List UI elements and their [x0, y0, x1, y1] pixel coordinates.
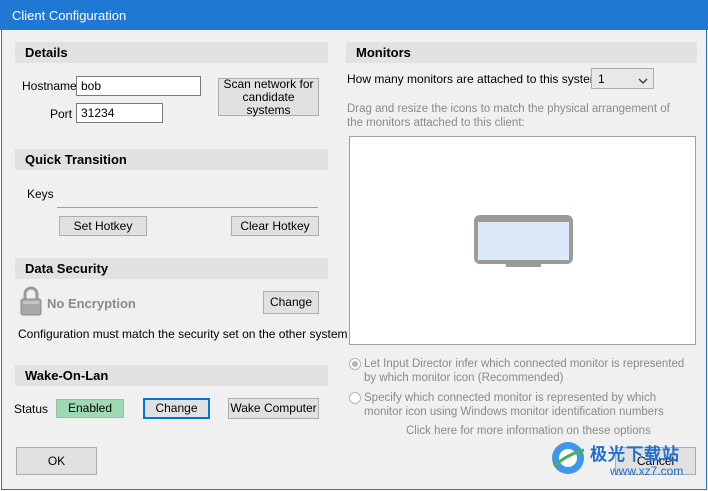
wake-on-lan-header: Wake-On-Lan [15, 365, 328, 386]
wol-status-label: Status [14, 402, 49, 416]
watermark-text: 极光下载站 [590, 445, 680, 464]
chevron-down-icon [638, 74, 648, 88]
monitor-icon[interactable] [473, 214, 574, 271]
details-header: Details [15, 42, 328, 63]
port-input[interactable]: 31234 [76, 103, 163, 123]
security-change-button[interactable]: Change [263, 291, 319, 314]
more-info-link[interactable]: Click here for more information on these… [406, 425, 651, 437]
hostname-label: Hostname [22, 79, 77, 93]
monitor-count-value: 1 [598, 72, 605, 86]
clear-hotkey-button[interactable]: Clear Hotkey [231, 216, 319, 236]
monitor-instructions: Drag and resize the icons to match the p… [347, 103, 670, 129]
specify-monitor-option-label: Specify which connected monitor is repre… [364, 392, 664, 418]
infer-monitor-radio[interactable] [349, 358, 361, 370]
data-security-header: Data Security [15, 258, 328, 279]
set-hotkey-button[interactable]: Set Hotkey [59, 216, 147, 236]
hostname-input[interactable]: bob [76, 76, 201, 96]
port-label: Port [50, 107, 73, 121]
security-note: Configuration must match the security se… [18, 327, 348, 341]
encryption-status: No Encryption [47, 296, 136, 311]
monitor-count-select[interactable]: 1 [591, 68, 654, 89]
scan-network-button[interactable]: Scan network for candidate systems [218, 77, 319, 116]
monitor-arrangement-canvas[interactable] [349, 136, 696, 345]
specify-monitor-radio[interactable] [349, 392, 361, 404]
quick-transition-header: Quick Transition [15, 149, 328, 170]
watermark: 极光下载站 www.xz7.com [550, 438, 700, 483]
monitors-header: Monitors [346, 42, 697, 63]
wol-change-button[interactable]: Change [143, 398, 210, 419]
watermark-logo-icon [552, 442, 585, 474]
monitor-count-label: How many monitors are attached to this s… [347, 72, 600, 86]
lock-icon [20, 286, 42, 316]
window-title: Client Configuration [12, 8, 127, 23]
ok-button[interactable]: OK [16, 447, 97, 475]
keys-field[interactable] [57, 207, 318, 208]
watermark-url: www.xz7.com [610, 464, 684, 478]
infer-monitor-option-label: Let Input Director infer which connected… [364, 358, 685, 384]
dialog-body: Details Hostname bob Port 31234 Scan net… [1, 30, 707, 490]
keys-label: Keys [27, 187, 54, 201]
title-bar: Client Configuration [0, 0, 708, 30]
wake-computer-button[interactable]: Wake Computer [228, 398, 319, 419]
wol-status-badge: Enabled [56, 399, 124, 418]
